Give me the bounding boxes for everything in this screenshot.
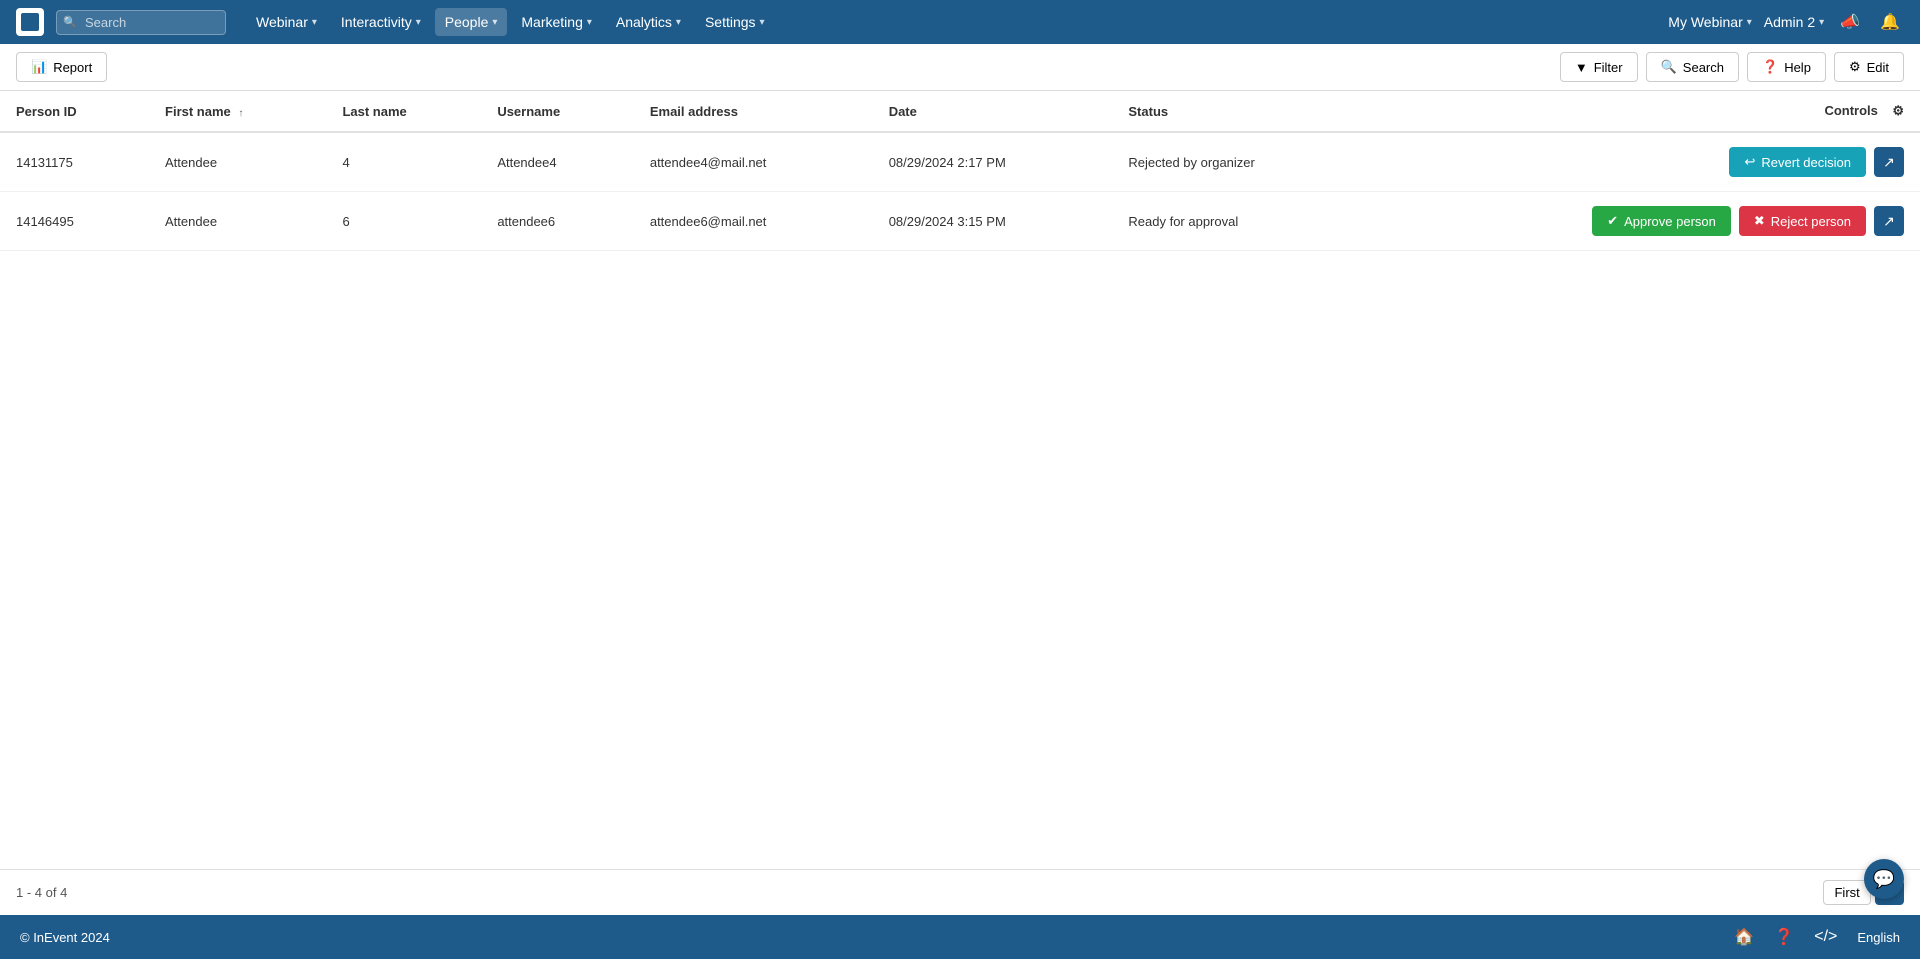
chevron-down-icon: ▾ bbox=[760, 17, 765, 28]
chat-bubble[interactable]: 💬 bbox=[1864, 859, 1904, 899]
col-username: Username bbox=[481, 91, 634, 132]
col-last-name: Last name bbox=[326, 91, 481, 132]
approve-person-button[interactable]: ✔ Approve person bbox=[1592, 206, 1731, 236]
cell-first-name: Attendee bbox=[149, 132, 326, 192]
help-icon: ❓ bbox=[1762, 59, 1778, 75]
cell-email: attendee4@mail.net bbox=[634, 132, 873, 192]
chevron-down-icon: ▾ bbox=[1819, 17, 1824, 28]
revert-icon: ↩ bbox=[1744, 154, 1755, 170]
cell-last-name: 6 bbox=[326, 192, 481, 251]
nav-right: My Webinar ▾ Admin 2 ▾ 📣 🔔 bbox=[1668, 8, 1904, 36]
help-button[interactable]: ❓ Help bbox=[1747, 52, 1826, 82]
table-row: 14146495 Attendee 6 attendee6 attendee6@… bbox=[0, 192, 1920, 251]
edit-icon: ⚙ bbox=[1849, 59, 1861, 75]
edit-button[interactable]: ⚙ Edit bbox=[1834, 52, 1904, 82]
edit-row-button[interactable]: ↗ bbox=[1874, 206, 1904, 236]
cell-last-name: 4 bbox=[326, 132, 481, 192]
nav-search-input[interactable] bbox=[56, 10, 226, 35]
revert-decision-button[interactable]: ↩ Revert decision bbox=[1729, 147, 1866, 177]
filter-icon: ▼ bbox=[1575, 60, 1588, 75]
chevron-down-icon: ▾ bbox=[676, 17, 681, 28]
toolbar-right: ▼ Filter 🔍 Search ❓ Help ⚙ Edit bbox=[1560, 52, 1904, 82]
table-header: Person ID First name ↑ Last name Usernam… bbox=[0, 91, 1920, 132]
bell-icon[interactable]: 🔔 bbox=[1876, 8, 1904, 36]
nav-item-analytics[interactable]: Analytics ▾ bbox=[606, 8, 691, 36]
cell-first-name: Attendee bbox=[149, 192, 326, 251]
reject-icon: ✖ bbox=[1754, 213, 1765, 229]
cell-status: Rejected by organizer bbox=[1112, 132, 1367, 192]
nav-item-marketing[interactable]: Marketing ▾ bbox=[511, 8, 602, 36]
nav-item-people[interactable]: People ▾ bbox=[435, 8, 508, 36]
admin-selector[interactable]: Admin 2 ▾ bbox=[1764, 14, 1824, 30]
sort-icon: ↑ bbox=[238, 108, 243, 119]
nav-search-wrap bbox=[56, 10, 226, 35]
chevron-down-icon: ▾ bbox=[1747, 17, 1752, 28]
nav-item-webinar[interactable]: Webinar ▾ bbox=[246, 8, 327, 36]
chat-icon: 💬 bbox=[1873, 869, 1895, 890]
gear-icon[interactable]: ⚙ bbox=[1892, 103, 1904, 118]
pagination-info: 1 - 4 of 4 bbox=[16, 885, 67, 900]
filter-button[interactable]: ▼ Filter bbox=[1560, 52, 1638, 82]
cell-email: attendee6@mail.net bbox=[634, 192, 873, 251]
report-icon: 📊 bbox=[31, 59, 47, 75]
cell-person-id: 14146495 bbox=[0, 192, 149, 251]
chevron-down-icon: ▾ bbox=[587, 17, 592, 28]
col-person-id: Person ID bbox=[0, 91, 149, 132]
language-selector[interactable]: English bbox=[1857, 930, 1900, 945]
logo[interactable] bbox=[16, 8, 44, 36]
table-container: Person ID First name ↑ Last name Usernam… bbox=[0, 91, 1920, 869]
report-button[interactable]: 📊 Report bbox=[16, 52, 107, 82]
cell-status: Ready for approval bbox=[1112, 192, 1367, 251]
col-controls: Controls ⚙ bbox=[1367, 91, 1920, 132]
megaphone-icon[interactable]: 📣 bbox=[1836, 8, 1864, 36]
toolbar-left: 📊 Report bbox=[16, 52, 107, 82]
external-link-icon: ↗ bbox=[1883, 213, 1895, 230]
people-table: Person ID First name ↑ Last name Usernam… bbox=[0, 91, 1920, 251]
col-date: Date bbox=[873, 91, 1113, 132]
top-navigation: Webinar ▾ Interactivity ▾ People ▾ Marke… bbox=[0, 0, 1920, 44]
cell-date: 08/29/2024 3:15 PM bbox=[873, 192, 1113, 251]
footer: © InEvent 2024 🏠 ❓ </> English bbox=[0, 915, 1920, 959]
reject-person-button[interactable]: ✖ Reject person bbox=[1739, 206, 1866, 236]
chevron-down-icon: ▾ bbox=[312, 17, 317, 28]
approve-icon: ✔ bbox=[1607, 213, 1618, 229]
edit-row-button[interactable]: ↗ bbox=[1874, 147, 1904, 177]
cell-username: attendee6 bbox=[481, 192, 634, 251]
footer-copyright: © InEvent 2024 bbox=[20, 930, 110, 945]
cell-controls: ↩ Revert decision ↗ bbox=[1367, 132, 1920, 192]
code-icon[interactable]: </> bbox=[1814, 928, 1837, 946]
table-body: 14131175 Attendee 4 Attendee4 attendee4@… bbox=[0, 132, 1920, 251]
toolbar: 📊 Report ▼ Filter 🔍 Search ❓ Help ⚙ Edit bbox=[0, 44, 1920, 91]
external-link-icon: ↗ bbox=[1883, 154, 1895, 171]
footer-icons: 🏠 ❓ </> English bbox=[1734, 927, 1900, 947]
cell-controls: ✔ Approve person ✖ Reject person ↗ bbox=[1367, 192, 1920, 251]
col-first-name[interactable]: First name ↑ bbox=[149, 91, 326, 132]
table-row: 14131175 Attendee 4 Attendee4 attendee4@… bbox=[0, 132, 1920, 192]
nav-item-interactivity[interactable]: Interactivity ▾ bbox=[331, 8, 431, 36]
cell-date: 08/29/2024 2:17 PM bbox=[873, 132, 1113, 192]
nav-item-settings[interactable]: Settings ▾ bbox=[695, 8, 775, 36]
home-icon[interactable]: 🏠 bbox=[1734, 927, 1754, 947]
pagination-bar: 1 - 4 of 4 First 1 bbox=[0, 869, 1920, 915]
chevron-down-icon: ▾ bbox=[416, 17, 421, 28]
webinar-selector[interactable]: My Webinar ▾ bbox=[1668, 14, 1751, 30]
search-icon: 🔍 bbox=[1661, 59, 1677, 75]
col-status: Status bbox=[1112, 91, 1367, 132]
chevron-down-icon: ▾ bbox=[492, 17, 497, 28]
question-icon[interactable]: ❓ bbox=[1774, 927, 1794, 947]
col-email: Email address bbox=[634, 91, 873, 132]
cell-username: Attendee4 bbox=[481, 132, 634, 192]
nav-menu: Webinar ▾ Interactivity ▾ People ▾ Marke… bbox=[246, 8, 1668, 36]
cell-person-id: 14131175 bbox=[0, 132, 149, 192]
search-button[interactable]: 🔍 Search bbox=[1646, 52, 1739, 82]
